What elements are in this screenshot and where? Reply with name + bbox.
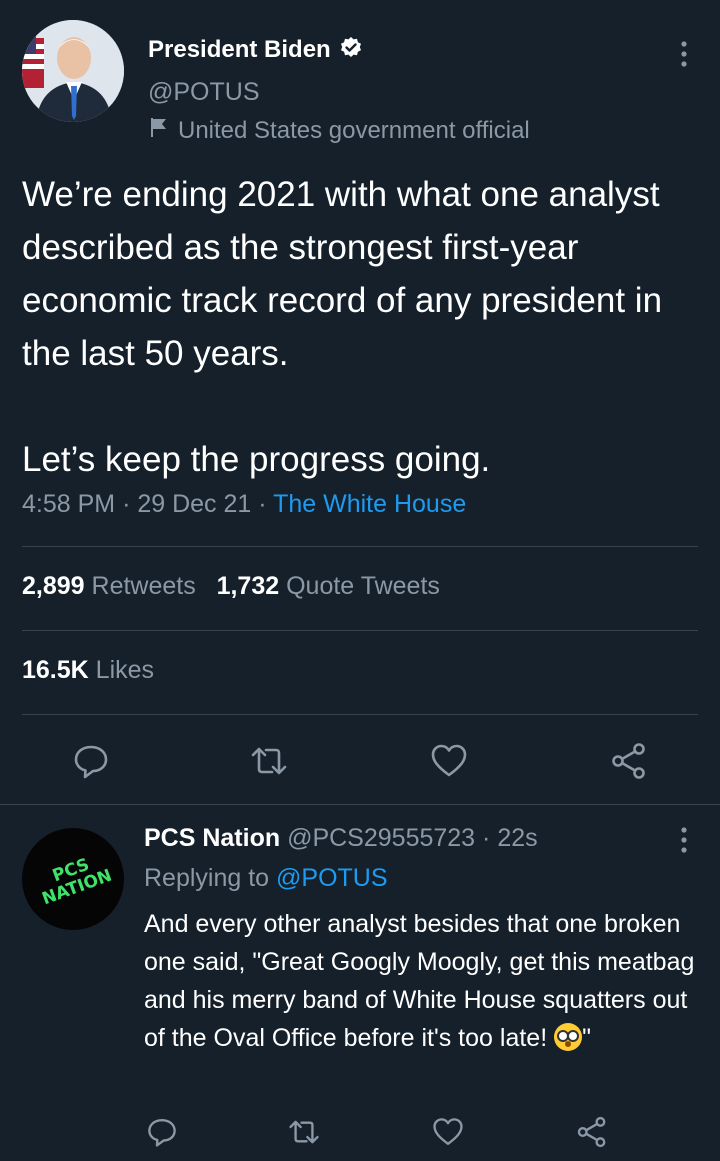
share-icon[interactable] [576, 1116, 608, 1148]
replying-to: Replying to @POTUS [144, 864, 388, 893]
more-vertical-icon[interactable] [678, 826, 690, 854]
retweets-stat[interactable]: 2,899 Retweets [22, 572, 196, 600]
display-name[interactable]: President Biden [148, 36, 363, 64]
account-label: United States government official [148, 116, 530, 145]
tweet-source-link[interactable]: The White House [273, 490, 466, 518]
reply-icon[interactable] [72, 742, 110, 780]
avatar-pcs-nation[interactable]: PCS NATION [22, 828, 124, 930]
avatar-president-biden[interactable] [22, 20, 124, 122]
tweet-time[interactable]: 4:58 PM [22, 490, 115, 518]
reply-icon[interactable] [146, 1116, 178, 1148]
meta-separator: · [122, 490, 131, 518]
flag-icon [148, 116, 178, 138]
reply-text-end: " [582, 1024, 591, 1052]
avatar-text: PCS NATION [39, 854, 115, 910]
reply-text: And every other analyst besides that one… [144, 905, 704, 1057]
retweet-icon[interactable] [250, 742, 288, 780]
tweet-meta: 4:58 PM · 29 Dec 21 · The White House [22, 490, 466, 519]
divider [22, 546, 698, 547]
divider [22, 630, 698, 631]
more-vertical-icon[interactable] [678, 40, 690, 68]
tweet-date[interactable]: 29 Dec 21 [137, 490, 251, 518]
reply-display-name[interactable]: PCS Nation [144, 824, 280, 852]
divider [22, 714, 698, 715]
account-label-text: United States government official [178, 117, 530, 144]
heart-icon[interactable] [432, 1116, 464, 1148]
display-name-text[interactable]: President Biden [148, 36, 331, 63]
reply-handle[interactable]: @PCS29555723 [287, 824, 475, 852]
retweet-stats: 2,899 Retweets 1,732 Quote Tweets [22, 572, 440, 601]
quote-tweets-count: 1,732 [216, 572, 280, 600]
section-divider [0, 804, 720, 805]
flushed-face-emoji-icon [554, 1023, 583, 1051]
likes-stat[interactable]: 16.5K Likes [22, 656, 154, 685]
retweets-count: 2,899 [22, 572, 85, 600]
quote-tweets-label: Quote Tweets [286, 572, 440, 600]
share-icon[interactable] [610, 742, 648, 780]
meta-separator: · [258, 490, 267, 518]
retweets-label: Retweets [91, 572, 196, 600]
verified-badge-icon [339, 36, 363, 60]
likes-label: Likes [95, 656, 155, 684]
tweet-text: We’re ending 2021 with what one analyst … [22, 175, 663, 479]
quote-tweets-stat[interactable]: 1,732 Quote Tweets [217, 572, 440, 600]
reply-separator: · [482, 824, 491, 852]
likes-count: 16.5K [22, 656, 89, 684]
user-handle[interactable]: @POTUS [148, 78, 260, 107]
replying-prefix: Replying to [144, 864, 270, 892]
reply-text-main: And every other analyst besides that one… [144, 910, 702, 1052]
replying-to-link[interactable]: @POTUS [276, 864, 388, 892]
reply-time[interactable]: 22s [497, 824, 537, 852]
retweet-icon[interactable] [288, 1116, 320, 1148]
reply-header: PCS Nation @PCS29555723 · 22s [144, 824, 538, 853]
heart-icon[interactable] [430, 742, 468, 780]
